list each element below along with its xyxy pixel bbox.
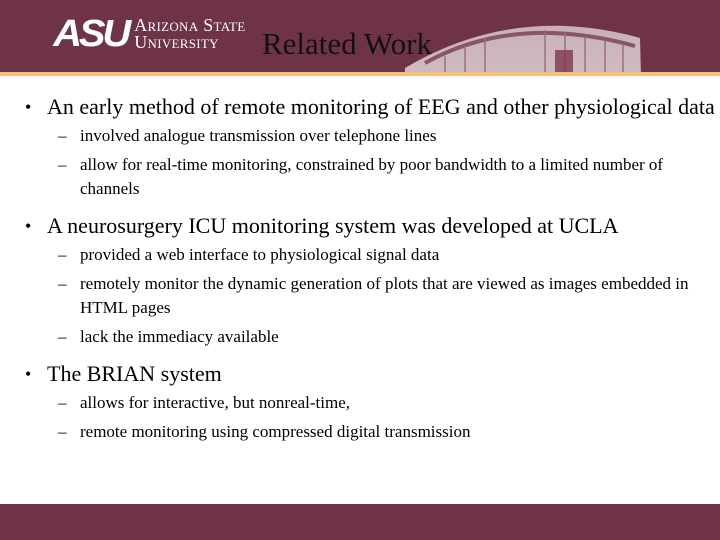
sub-bullet-text: involved analogue transmission over tele…	[80, 126, 437, 145]
sub-bullet-item: – allows for interactive, but nonreal-ti…	[0, 391, 720, 415]
sub-bullet-text: remote monitoring using compressed digit…	[80, 422, 471, 441]
slide-content: • An early method of remote monitoring o…	[0, 90, 720, 444]
dash-icon: –	[58, 422, 67, 441]
header-bar: ASU Arizona State University Related Wor…	[0, 0, 720, 72]
sub-bullet-text: allows for interactive, but nonreal-time…	[80, 393, 351, 412]
bullet-icon: •	[25, 364, 32, 384]
gold-stripe-divider	[0, 72, 720, 76]
building-image	[404, 25, 641, 72]
asu-logo-text: Arizona State University	[134, 16, 245, 52]
sub-bullet-text: lack the immediacy available	[80, 327, 279, 346]
dash-icon: –	[58, 126, 67, 145]
asu-logo-mark: ASU	[53, 13, 131, 55]
bullet-icon: •	[25, 216, 32, 236]
logo-line-2: University	[134, 32, 219, 52]
bullet-icon: •	[25, 97, 32, 117]
sub-bullet-item: – remotely monitor the dynamic generatio…	[0, 272, 720, 320]
sub-bullet-item: – allow for real-time monitoring, constr…	[0, 153, 720, 201]
dash-icon: –	[58, 245, 67, 264]
sub-bullet-text: remotely monitor the dynamic generation …	[80, 274, 689, 317]
sub-bullet-item: – involved analogue transmission over te…	[0, 124, 720, 148]
sub-bullet-item: – remote monitoring using compressed dig…	[0, 420, 720, 444]
sub-bullet-text: provided a web interface to physiologica…	[80, 245, 440, 264]
bullet-item: • An early method of remote monitoring o…	[0, 94, 720, 120]
dash-icon: –	[58, 393, 67, 412]
bullet-text: The BRIAN system	[47, 361, 222, 386]
sub-bullet-item: – provided a web interface to physiologi…	[0, 243, 720, 267]
bullet-text: A neurosurgery ICU monitoring system was…	[47, 213, 619, 238]
bullet-text: An early method of remote monitoring of …	[47, 94, 715, 119]
slide-title: Related Work	[262, 26, 432, 61]
sub-bullet-text: allow for real-time monitoring, constrai…	[80, 155, 664, 198]
dash-icon: –	[58, 155, 67, 174]
sub-bullet-item: – lack the immediacy available	[0, 325, 720, 349]
footer-bar	[0, 504, 720, 540]
dash-icon: –	[58, 327, 67, 346]
asu-logo: ASU Arizona State University	[53, 13, 245, 55]
bullet-item: • The BRIAN system	[0, 361, 720, 387]
bullet-item: • A neurosurgery ICU monitoring system w…	[0, 213, 720, 239]
dash-icon: –	[58, 274, 67, 293]
